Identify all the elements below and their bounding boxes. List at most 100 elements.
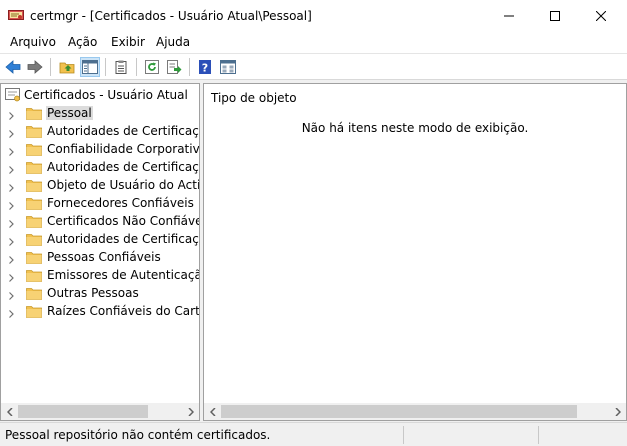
tree-root-item[interactable]: Certificados - Usuário Atual bbox=[4, 87, 188, 103]
chevron-right-icon[interactable] bbox=[9, 199, 14, 213]
empty-view-message: Não há itens neste modo de exibição. bbox=[301, 121, 529, 135]
status-text: Pessoal repositório não contém certifica… bbox=[5, 428, 271, 442]
tree-item-label: Autoridades de Certificação R bbox=[47, 232, 199, 246]
results-horizontal-scrollbar[interactable] bbox=[204, 403, 626, 420]
tree-item-label: Outras Pessoas bbox=[47, 286, 139, 300]
help-icon: ? bbox=[199, 60, 211, 75]
tree-item[interactable]: Certificados Não Confiáveis bbox=[1, 212, 199, 231]
scroll-right-button[interactable] bbox=[609, 403, 626, 420]
folder-icon bbox=[26, 179, 42, 195]
chevron-left-icon bbox=[6, 407, 13, 416]
tree-item-label: Pessoas Confiáveis bbox=[47, 250, 161, 264]
chevron-right-icon[interactable] bbox=[9, 235, 14, 249]
export-list-button[interactable] bbox=[164, 57, 184, 77]
folder-icon bbox=[26, 233, 42, 249]
scroll-thumb[interactable] bbox=[221, 405, 577, 418]
tree-item[interactable]: Raízes Confiáveis do Cartão In bbox=[1, 302, 200, 321]
folder-icon bbox=[26, 161, 42, 177]
status-bar: Pessoal repositório não contém certifica… bbox=[0, 422, 627, 446]
minimize-icon bbox=[504, 15, 514, 16]
maximize-icon bbox=[550, 10, 560, 21]
tree-item-label: Confiabilidade Corporativa bbox=[47, 142, 200, 156]
chevron-right-icon bbox=[187, 407, 194, 416]
chevron-right-icon[interactable] bbox=[9, 163, 14, 177]
toolbar: ? bbox=[0, 53, 627, 80]
tree-item-label: Emissores de Autenticação de bbox=[47, 268, 199, 282]
certificate-manager-icon bbox=[8, 8, 24, 22]
folder-icon bbox=[26, 251, 42, 267]
chevron-right-icon[interactable] bbox=[9, 271, 14, 285]
scroll-left-button[interactable] bbox=[204, 403, 221, 420]
menu-acao[interactable]: Ação bbox=[68, 35, 97, 49]
svg-text:?: ? bbox=[202, 62, 208, 75]
toolbar-separator bbox=[50, 58, 51, 76]
tree-item[interactable]: Pessoal bbox=[1, 104, 199, 123]
help-button[interactable]: ? bbox=[195, 57, 215, 77]
chevron-right-icon[interactable] bbox=[9, 253, 14, 267]
tree-item[interactable]: Pessoas Confiáveis bbox=[1, 248, 199, 267]
chevron-right-icon[interactable] bbox=[9, 181, 14, 195]
tree-item-label: Autoridades de Certificação R bbox=[47, 124, 199, 138]
view-icon bbox=[220, 60, 236, 74]
show-hide-console-tree-button[interactable] bbox=[80, 57, 100, 77]
back-arrow-icon bbox=[5, 60, 21, 74]
tree-item-label: Autoridades de Certificação I bbox=[47, 160, 199, 174]
chevron-left-icon bbox=[209, 407, 216, 416]
tree-item[interactable]: Fornecedores Confiáveis bbox=[1, 194, 199, 213]
console-tree-pane: Certificados - Usuário Atual Pessoal Auto… bbox=[0, 83, 200, 421]
chevron-right-icon[interactable] bbox=[9, 109, 14, 123]
certificates-store-icon bbox=[4, 87, 24, 103]
folder-icon bbox=[26, 143, 42, 159]
export-list-icon bbox=[167, 60, 182, 74]
toolbar-separator bbox=[136, 58, 137, 76]
window-title: certmgr - [Certificados - Usuário Atual\… bbox=[30, 9, 312, 23]
tree-item[interactable]: Outras Pessoas bbox=[1, 284, 199, 303]
tree-horizontal-scrollbar[interactable] bbox=[1, 403, 199, 420]
menu-ajuda[interactable]: Ajuda bbox=[156, 35, 190, 49]
toolbar-separator bbox=[105, 58, 106, 76]
chevron-right-icon[interactable] bbox=[9, 307, 14, 321]
title-bar: certmgr - [Certificados - Usuário Atual\… bbox=[0, 0, 627, 31]
tree-item-label: Fornecedores Confiáveis bbox=[47, 196, 194, 210]
back-button[interactable] bbox=[3, 57, 23, 77]
tree-item[interactable]: Emissores de Autenticação de bbox=[1, 266, 199, 285]
scroll-left-button[interactable] bbox=[1, 403, 18, 420]
scroll-thumb[interactable] bbox=[18, 405, 148, 418]
chevron-right-icon[interactable] bbox=[9, 145, 14, 159]
chevron-right-icon[interactable] bbox=[9, 217, 14, 231]
up-one-level-button[interactable] bbox=[57, 57, 77, 77]
column-header-object-type[interactable]: Tipo de objeto bbox=[211, 91, 297, 105]
show-hide-tree-icon bbox=[82, 60, 98, 74]
tree-item[interactable]: Autoridades de Certificação R bbox=[1, 230, 199, 249]
folder-icon bbox=[26, 197, 42, 213]
up-folder-icon bbox=[59, 62, 75, 74]
tree-root-label: Certificados - Usuário Atual bbox=[24, 88, 188, 102]
minimize-button[interactable] bbox=[486, 0, 532, 31]
folder-icon bbox=[26, 287, 42, 303]
chevron-right-icon[interactable] bbox=[9, 289, 14, 303]
toolbar-separator bbox=[189, 58, 190, 76]
tree-item[interactable]: Autoridades de Certificação I bbox=[1, 158, 199, 177]
refresh-button[interactable] bbox=[142, 57, 162, 77]
view-button[interactable] bbox=[218, 57, 238, 77]
forward-button[interactable] bbox=[25, 57, 45, 77]
tree-item[interactable]: Confiabilidade Corporativa bbox=[1, 140, 200, 159]
menu-bar: Arquivo Ação Exibir Ajuda bbox=[0, 31, 627, 53]
chevron-right-icon bbox=[614, 407, 621, 416]
scroll-right-button[interactable] bbox=[182, 403, 199, 420]
folder-icon bbox=[26, 215, 42, 231]
tree-item-label: Raízes Confiáveis do Cartão In bbox=[47, 304, 200, 318]
properties-button[interactable] bbox=[111, 57, 131, 77]
menu-exibir[interactable]: Exibir bbox=[111, 35, 145, 49]
close-button[interactable] bbox=[578, 0, 624, 31]
tree-item-label: Objeto de Usuário do Active D bbox=[47, 178, 200, 192]
certmgr-window: certmgr - [Certificados - Usuário Atual\… bbox=[0, 0, 627, 446]
menu-arquivo[interactable]: Arquivo bbox=[10, 35, 56, 49]
folder-icon bbox=[26, 269, 42, 285]
tree-item[interactable]: Autoridades de Certificação R bbox=[1, 122, 199, 141]
tree-item-label: Pessoal bbox=[46, 106, 93, 120]
tree-item[interactable]: Objeto de Usuário do Active D bbox=[1, 176, 200, 195]
chevron-right-icon[interactable] bbox=[9, 127, 14, 141]
maximize-button[interactable] bbox=[532, 0, 578, 31]
results-pane: Tipo de objeto Não há itens neste modo d… bbox=[203, 83, 627, 421]
